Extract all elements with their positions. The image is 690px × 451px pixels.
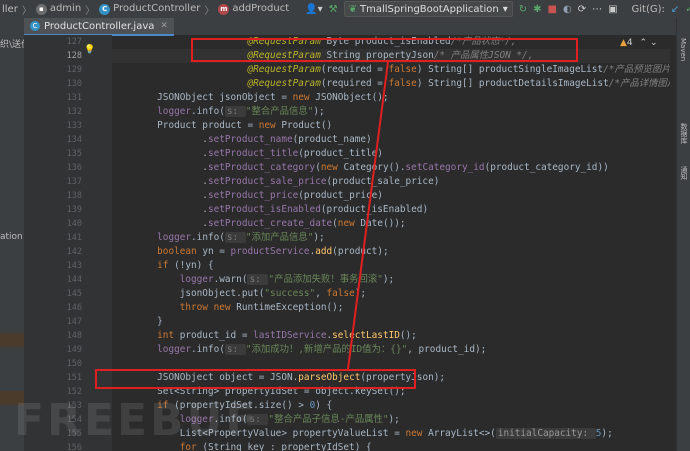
annotation-arrow: [347, 61, 389, 370]
ide-window: ller 〉 ▪ admin 〉 C ProductController 〉 m ad…: [0, 0, 690, 451]
watermark: FREEBUF: [14, 395, 259, 446]
